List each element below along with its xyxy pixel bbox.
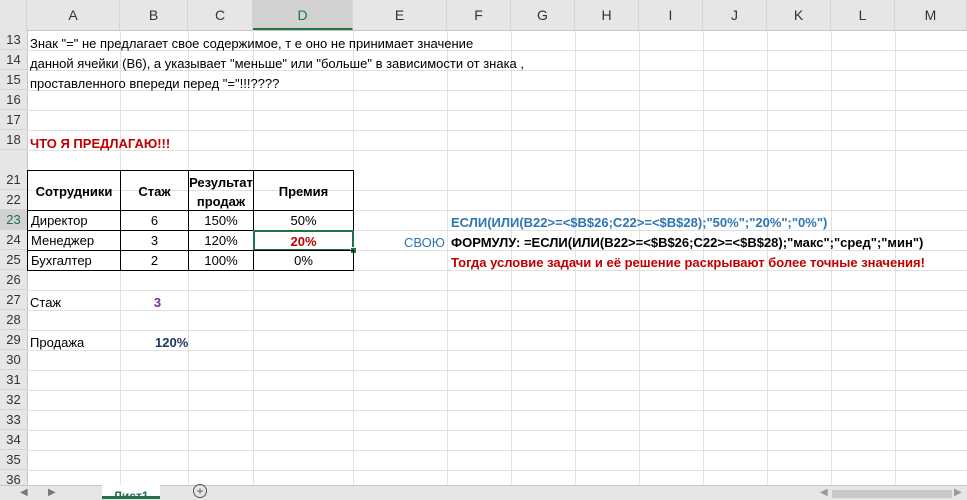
row-header-25[interactable]: 25: [0, 250, 27, 270]
cell-f22-formula[interactable]: ЕСЛИ(ИЛИ(B22>=<$B$26;C22>=<$B$28);"50%";…: [451, 213, 827, 233]
scroll-tabs-right-icon[interactable]: ▶: [48, 486, 56, 500]
cell-a14-note[interactable]: данной ячейки (В6), а указывает "меньше"…: [30, 54, 524, 74]
row-header-32[interactable]: 32: [0, 390, 27, 410]
table-header-tenure[interactable]: Стаж: [120, 170, 189, 211]
table-header-employees[interactable]: Сотрудники: [27, 170, 121, 211]
row-header-30[interactable]: 30: [0, 350, 27, 370]
hscroll-left-icon[interactable]: ◀: [820, 486, 828, 500]
column-header-j[interactable]: J: [703, 0, 767, 30]
add-sheet-icon[interactable]: +: [193, 484, 207, 498]
row-header-bar: 13 14 15 16 17 18 21 22 23 24 25 26 27 2…: [0, 30, 28, 490]
table-cell-a23[interactable]: Менеджер: [27, 230, 121, 251]
row-header-13[interactable]: 13: [0, 30, 27, 50]
cell-a13-note[interactable]: Знак "=" не предлагает свое содержимое, …: [30, 34, 473, 54]
column-header-a[interactable]: A: [27, 0, 120, 30]
table-cell-b23[interactable]: 3: [120, 230, 189, 251]
cell-a18-heading[interactable]: ЧТО Я ПРЕДЛАГАЮ!!!: [30, 134, 170, 154]
row-header-35[interactable]: 35: [0, 450, 27, 470]
row-header-14[interactable]: 14: [0, 50, 27, 70]
row-header-24[interactable]: 24: [0, 230, 27, 250]
table-cell-b24[interactable]: 2: [120, 250, 189, 271]
column-header-d[interactable]: D: [253, 0, 353, 30]
table-cell-a22[interactable]: Директор: [27, 210, 121, 231]
column-header-h[interactable]: H: [575, 0, 639, 30]
row-header-18[interactable]: 18: [0, 130, 27, 150]
table-cell-c24[interactable]: 100%: [188, 250, 254, 271]
cell-b26-value[interactable]: 3: [150, 293, 165, 313]
table-cell-d23-active[interactable]: 20%: [253, 230, 354, 251]
table-cell-d24[interactable]: 0%: [253, 250, 354, 271]
column-header-e[interactable]: E: [353, 0, 447, 30]
row-header-34[interactable]: 34: [0, 430, 27, 450]
cell-b28-value[interactable]: 120%: [155, 333, 188, 353]
table-header-sales-line2: продаж: [196, 194, 246, 209]
cell-a15-note[interactable]: проставленного впереди перед "="!!!????: [30, 74, 279, 94]
column-header-i[interactable]: I: [639, 0, 703, 30]
table-cell-a24[interactable]: Бухгалтер: [27, 250, 121, 271]
column-header-g[interactable]: G: [511, 0, 575, 30]
row-header-28[interactable]: 28: [0, 310, 27, 330]
row-header-27[interactable]: 27: [0, 290, 27, 310]
table-header-bonus[interactable]: Премия: [253, 170, 354, 211]
cell-a26-label[interactable]: Стаж: [30, 293, 61, 313]
sheet-tab-list1[interactable]: Лист1: [102, 485, 160, 499]
cell-e23-text[interactable]: СВОЮ: [404, 233, 445, 253]
row-header-21[interactable]: 21: [0, 150, 27, 190]
row-header-16[interactable]: 16: [0, 90, 27, 110]
horizontal-scrollbar[interactable]: [832, 490, 952, 498]
row-header-15[interactable]: 15: [0, 70, 27, 90]
cell-f24-note[interactable]: Тогда условие задачи и её решение раскры…: [451, 253, 925, 273]
row-header-31[interactable]: 31: [0, 370, 27, 390]
row-header-29[interactable]: 29: [0, 330, 27, 350]
column-header-f[interactable]: F: [447, 0, 511, 30]
cell-a28-label[interactable]: Продажа: [30, 333, 84, 353]
scroll-tabs-left-icon[interactable]: ◀: [20, 486, 28, 500]
cell-f23-formula[interactable]: ФОРМУЛУ: =ЕСЛИ(ИЛИ(B22>=<$B$26;C22>=<$B$…: [451, 233, 923, 253]
column-header-b[interactable]: B: [120, 0, 188, 30]
column-header-bar: A B C D E F G H I J K L M: [0, 0, 967, 31]
table-cell-c23[interactable]: 120%: [188, 230, 254, 251]
hscroll-right-icon[interactable]: ▶: [954, 486, 962, 500]
row-header-26[interactable]: 26: [0, 270, 27, 290]
column-header-c[interactable]: C: [188, 0, 253, 30]
column-header-l[interactable]: L: [831, 0, 895, 30]
row-header-22[interactable]: 22: [0, 190, 27, 210]
table-cell-c22[interactable]: 150%: [188, 210, 254, 231]
table-cell-d22[interactable]: 50%: [253, 210, 354, 231]
row-header-17[interactable]: 17: [0, 110, 27, 130]
table-header-sales[interactable]: Результат продаж: [188, 170, 254, 211]
table-header-sales-line1: Результат: [189, 175, 253, 190]
select-all-corner[interactable]: [0, 0, 27, 30]
row-header-33[interactable]: 33: [0, 410, 27, 430]
column-header-k[interactable]: K: [767, 0, 831, 30]
table-cell-b22[interactable]: 6: [120, 210, 189, 231]
column-header-m[interactable]: M: [895, 0, 967, 30]
row-header-23[interactable]: 23: [0, 210, 27, 230]
